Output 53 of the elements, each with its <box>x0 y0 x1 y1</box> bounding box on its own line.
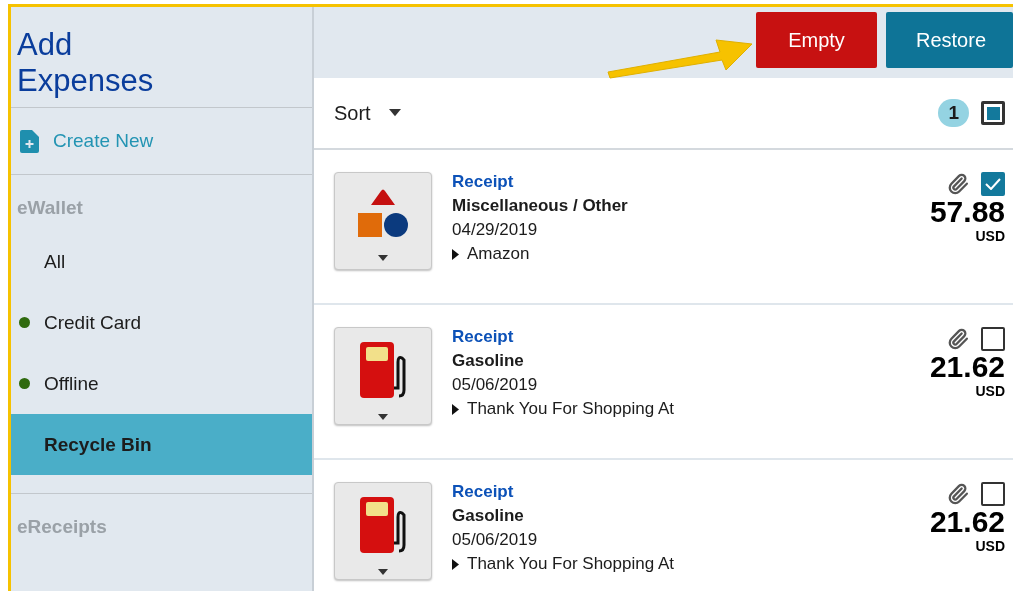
fuel-pump-icon <box>358 495 408 555</box>
expense-date: 05/06/2019 <box>452 530 539 550</box>
section-heading: eWallet <box>16 196 84 220</box>
section-heading: eReceipts <box>16 515 108 539</box>
expand-caret-icon <box>452 248 459 260</box>
paperclip-icon <box>947 483 969 505</box>
row-checkbox[interactable] <box>981 482 1005 506</box>
caret-icon <box>388 109 401 117</box>
category-thumbnail[interactable] <box>334 482 432 580</box>
select-all-checkbox[interactable] <box>981 101 1005 125</box>
caret-icon <box>378 255 388 261</box>
expand-caret-icon <box>452 403 459 415</box>
action-button[interactable]: Empty <box>756 12 877 68</box>
row-checkbox[interactable] <box>981 327 1005 351</box>
sidebar-item[interactable]: Credit Card <box>11 292 312 353</box>
row-checkbox[interactable] <box>981 172 1005 196</box>
expense-row[interactable]: Receipt Gasoline 05/06/2019 Thank You For Shopping At 21.62 USD <box>314 305 1013 460</box>
fuel-pump-icon <box>358 340 408 400</box>
merchant-toggle[interactable]: Thank You For Shopping At <box>452 399 674 419</box>
sidebar-item[interactable]: All <box>11 231 312 292</box>
page-title: Add Expenses <box>16 26 155 100</box>
paperclip-icon <box>947 173 969 195</box>
expand-caret-icon <box>452 558 459 570</box>
currency-code: USD <box>975 538 1005 554</box>
merchant-toggle[interactable]: Thank You For Shopping At <box>452 554 674 574</box>
expense-amount: 21.62 <box>929 506 1005 538</box>
expense-category: Gasoline <box>452 351 525 371</box>
expense-amount: 57.88 <box>929 196 1005 228</box>
caret-icon <box>378 569 388 575</box>
expense-row[interactable]: Receipt Miscellaneous / Other 04/29/2019 Amazon 57.88 USD <box>314 150 1013 305</box>
expense-type-link[interactable]: Receipt <box>452 172 628 192</box>
expense-row[interactable]: Receipt Gasoline 05/06/2019 Thank You For Shopping At 21.62 USD <box>314 460 1013 591</box>
selected-count: 1 <box>938 99 969 127</box>
currency-code: USD <box>975 228 1005 244</box>
expense-category: Gasoline <box>452 506 525 526</box>
expense-type-link[interactable]: Receipt <box>452 327 674 347</box>
currency-code: USD <box>975 383 1005 399</box>
paperclip-icon <box>947 328 969 350</box>
expense-date: 04/29/2019 <box>452 220 539 240</box>
category-thumbnail[interactable] <box>334 327 432 425</box>
expense-amount: 21.62 <box>929 351 1005 383</box>
action-button[interactable]: Restore <box>886 12 1013 68</box>
document-add-icon <box>20 129 39 153</box>
merchant-toggle[interactable]: Amazon <box>452 244 628 264</box>
category-thumbnail[interactable] <box>334 172 432 270</box>
expense-type-link[interactable]: Receipt <box>452 482 674 502</box>
expense-date: 05/06/2019 <box>452 375 539 395</box>
sort-dropdown[interactable]: Sort <box>334 101 401 125</box>
caret-icon <box>378 414 388 420</box>
sidebar-item[interactable]: Offline <box>11 353 312 414</box>
expense-category: Miscellaneous / Other <box>452 196 628 216</box>
sidebar-item[interactable]: Recycle Bin <box>11 414 312 475</box>
check-icon <box>985 178 1001 190</box>
